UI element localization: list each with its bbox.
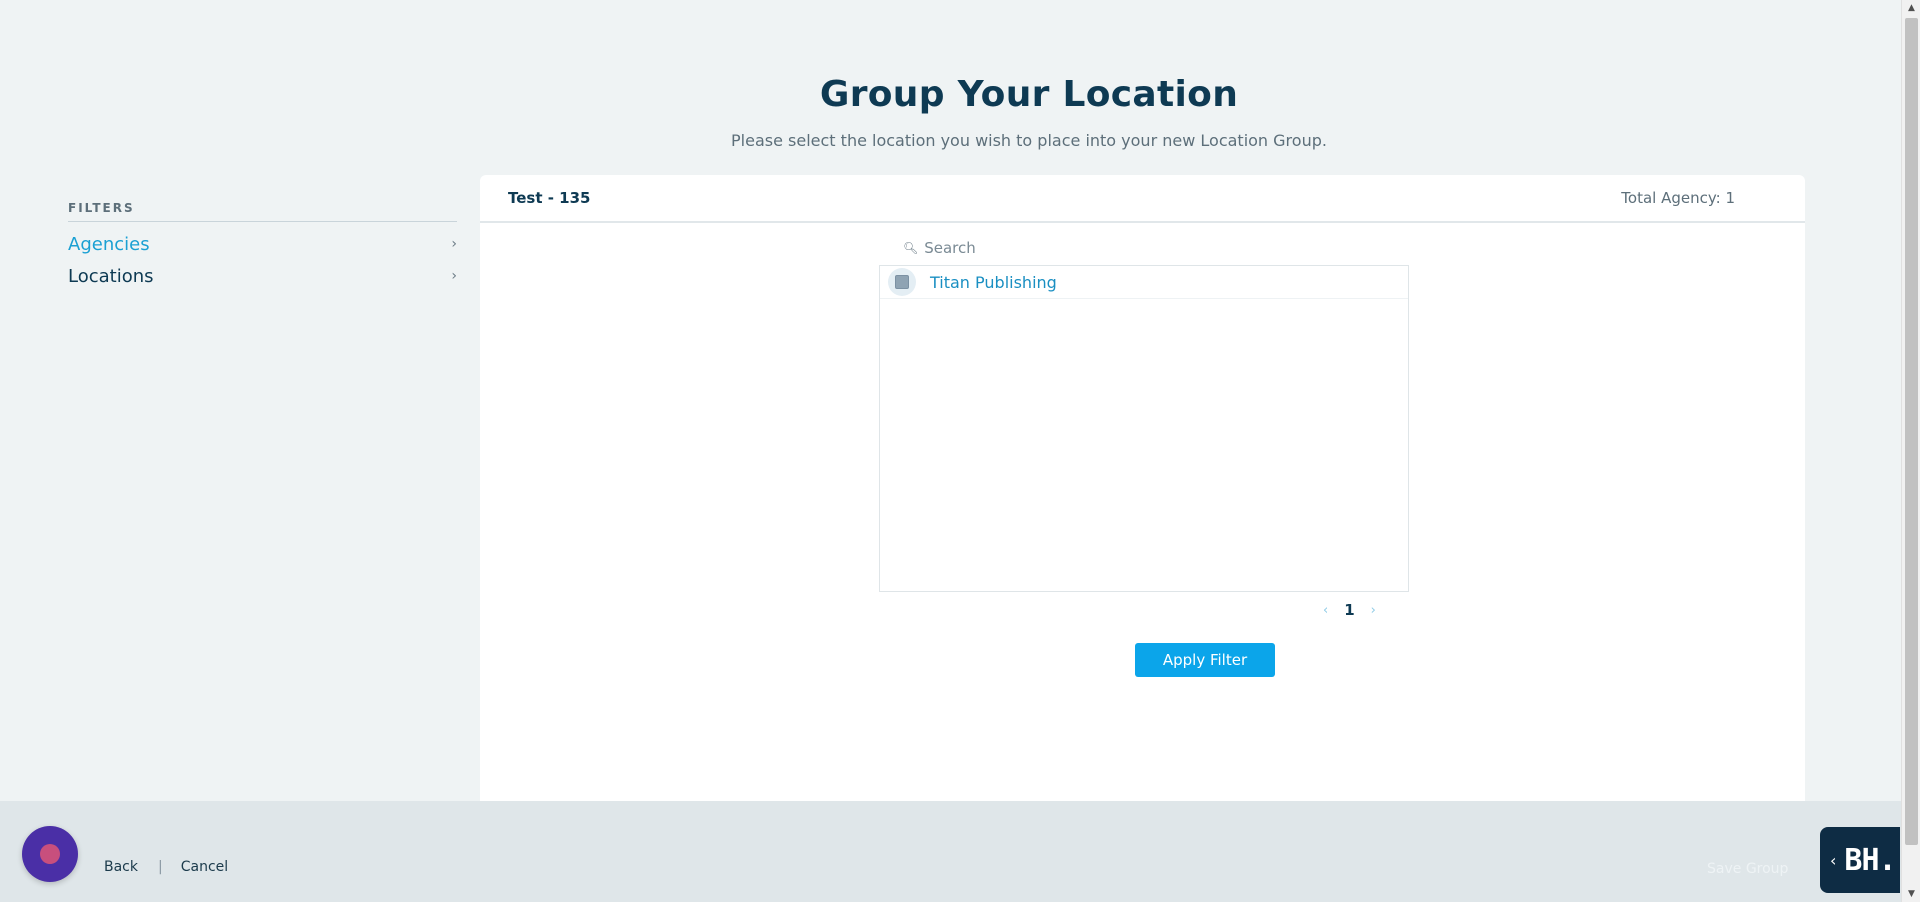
page-subtitle: Please select the location you wish to p… — [731, 131, 1327, 150]
total-agency-count: Total Agency: 1 — [1621, 189, 1735, 207]
search-bar: 🔍︎ — [903, 239, 1225, 257]
card-title: Test - 135 — [508, 189, 591, 207]
filter-agencies-label: Agencies — [68, 233, 150, 255]
filter-locations-label: Locations — [68, 265, 154, 287]
back-button[interactable]: Back — [104, 859, 138, 875]
chevron-left-icon: ‹ — [1830, 850, 1837, 870]
footer-bar: Back | Cancel Save Group ‹ BH. — [0, 801, 1901, 902]
filters-panel: FILTERS Agencies › Locations › — [68, 201, 457, 292]
filters-heading: FILTERS — [68, 201, 457, 222]
filter-locations[interactable]: Locations › — [68, 260, 457, 292]
search-input[interactable] — [924, 239, 1225, 257]
search-icon: 🔍︎ — [903, 241, 919, 255]
filter-agencies[interactable]: Agencies › — [68, 228, 457, 260]
list-item-label[interactable]: Titan Publishing — [930, 273, 1057, 292]
footer-separator: | — [158, 859, 163, 875]
scroll-up-arrow-icon[interactable]: ▲ — [1902, 0, 1920, 16]
bot-icon — [40, 844, 60, 864]
chevron-right-icon: › — [451, 236, 457, 252]
save-group-button[interactable]: Save Group — [1707, 861, 1788, 877]
footer-nav: Back | Cancel — [104, 859, 228, 875]
page-title: Group Your Location — [819, 74, 1239, 115]
checkbox-box — [895, 275, 909, 289]
cancel-button[interactable]: Cancel — [181, 859, 228, 875]
vertical-scrollbar[interactable]: ▲ ▼ — [1901, 0, 1920, 902]
pagination: ‹ 1 › — [1323, 601, 1376, 619]
brand-logo: BH. — [1844, 842, 1896, 878]
brand-tab[interactable]: ‹ BH. — [1820, 827, 1900, 893]
list-item[interactable]: Titan Publishing — [880, 266, 1408, 299]
checkbox[interactable] — [888, 268, 916, 296]
scroll-down-arrow-icon[interactable]: ▼ — [1902, 886, 1920, 902]
scroll-thumb[interactable] — [1905, 18, 1918, 845]
agency-list: Titan Publishing — [879, 265, 1409, 592]
chevron-left-icon[interactable]: ‹ — [1323, 603, 1328, 618]
chevron-right-icon: › — [451, 268, 457, 284]
card-header: Test - 135 Total Agency: 1 — [480, 175, 1805, 223]
apply-filter-button[interactable]: Apply Filter — [1135, 643, 1275, 677]
chat-bot-button[interactable] — [22, 826, 78, 882]
location-card: Test - 135 Total Agency: 1 🔍︎ Titan Publ… — [480, 175, 1805, 801]
page-number[interactable]: 1 — [1344, 601, 1354, 619]
chevron-right-icon[interactable]: › — [1371, 603, 1376, 618]
